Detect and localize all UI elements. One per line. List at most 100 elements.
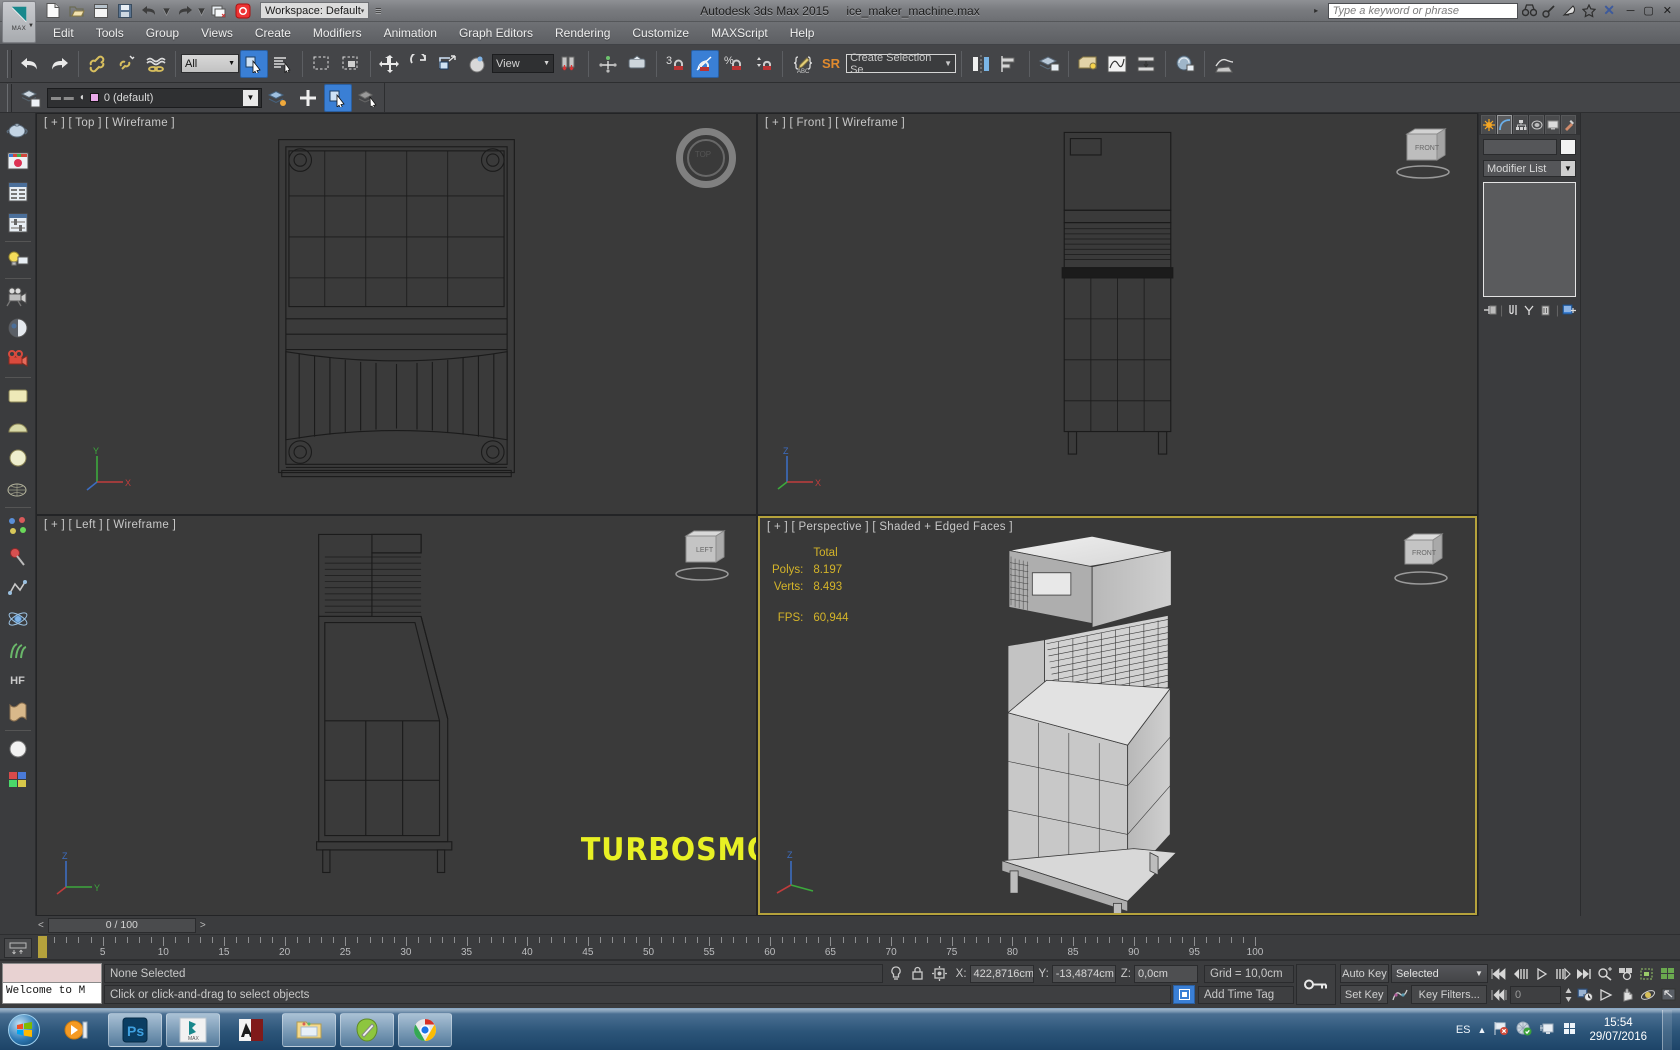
layer-swatch-icon[interactable]: [264, 84, 292, 112]
menu-item-modifiers[interactable]: Modifiers: [302, 22, 373, 44]
current-frame-field[interactable]: 0: [1510, 986, 1561, 1004]
dots-icon[interactable]: [3, 511, 33, 541]
menu-item-views[interactable]: Views: [190, 22, 244, 44]
viewport-left[interactable]: [ + ] [ Left ] [ Wireframe ]: [37, 516, 756, 916]
view-cube-left[interactable]: LEFT: [664, 526, 742, 600]
selection-level-dropdown[interactable]: Selected ▼: [1391, 964, 1488, 983]
window-crossing-icon[interactable]: [337, 50, 365, 78]
set-key-button[interactable]: Set Key: [1340, 985, 1388, 1004]
white-sphere-icon[interactable]: [3, 734, 33, 764]
coord-x-field[interactable]: 422,8716cm: [970, 965, 1034, 983]
menu-item-group[interactable]: Group: [135, 22, 190, 44]
maxscript-mini-listener[interactable]: Welcome to M: [0, 961, 104, 1008]
open-file-icon[interactable]: [66, 1, 88, 20]
orbit-icon[interactable]: [1638, 985, 1657, 1004]
menu-item-help[interactable]: Help: [779, 22, 826, 44]
menu-item-customize[interactable]: Customize: [621, 22, 700, 44]
open-mini-curve-editor-icon[interactable]: [4, 938, 32, 958]
taskbar-clock[interactable]: 15:54 29/07/2016: [1585, 1016, 1651, 1044]
3dsmax-icon[interactable]: MAX: [166, 1013, 220, 1047]
time-configuration-icon[interactable]: [1576, 985, 1595, 1004]
select-by-name-icon[interactable]: [269, 50, 297, 78]
teapot-icon[interactable]: [3, 115, 33, 145]
select-and-rotate-icon[interactable]: [405, 50, 433, 78]
select-and-move-icon[interactable]: [376, 50, 404, 78]
snaps-toggle-icon[interactable]: [623, 50, 651, 78]
toolbar-grip[interactable]: [7, 50, 12, 78]
autocad-icon[interactable]: [224, 1013, 278, 1047]
add-layer-icon[interactable]: [294, 84, 322, 112]
ruler-playhead[interactable]: [38, 936, 47, 958]
undo-icon[interactable]: [138, 1, 160, 20]
close-button[interactable]: ✕: [1663, 4, 1672, 17]
select-and-scale-icon[interactable]: [434, 50, 462, 78]
add-time-tag-button[interactable]: Add Time Tag: [1198, 986, 1294, 1004]
maximize-viewport-icon[interactable]: [1659, 985, 1678, 1004]
viewport-front-label[interactable]: [ + ] [ Front ] [ Wireframe ]: [765, 117, 905, 129]
isolate-selection-icon[interactable]: [885, 964, 907, 983]
pan-view-icon[interactable]: [1617, 985, 1636, 1004]
select-link-icon[interactable]: [84, 50, 112, 78]
selection-filter-dropdown[interactable]: All ▼: [181, 54, 239, 73]
menu-item-rendering[interactable]: Rendering: [544, 22, 621, 44]
select-and-manipulate-icon[interactable]: [594, 50, 622, 78]
menu-item-edit[interactable]: Edit: [42, 22, 85, 44]
view-cube-icon[interactable]: LEFT: [668, 528, 738, 588]
display-icon[interactable]: [1539, 1021, 1555, 1039]
hierarchy-tab-icon[interactable]: [1513, 115, 1528, 134]
explorer-icon[interactable]: [282, 1013, 336, 1047]
chevron-down-icon[interactable]: ▾: [361, 7, 365, 15]
snapshot-sr-label[interactable]: SR: [817, 56, 845, 71]
list-panel-icon[interactable]: [3, 177, 33, 207]
dome-primitive-icon[interactable]: [3, 412, 33, 442]
display-tab-icon[interactable]: [1545, 115, 1560, 134]
unlink-icon[interactable]: [113, 50, 141, 78]
make-unique-icon[interactable]: [1523, 302, 1537, 318]
view-cube-perspective[interactable]: FRONT: [1383, 528, 1461, 602]
go-to-end-icon[interactable]: [1574, 964, 1593, 983]
viewport-perspective[interactable]: [ + ] [ Perspective ] [ Shaded + Edged F…: [758, 516, 1477, 916]
snaps-toggle-3d-icon[interactable]: 3: [662, 50, 690, 78]
exchange-store-icon[interactable]: ✕: [1601, 2, 1618, 19]
sphere-primitive-icon[interactable]: [3, 443, 33, 473]
viewport-perspective-label[interactable]: [ + ] [ Perspective ] [ Shaded + Edged F…: [767, 521, 1013, 533]
windows-tile-icon[interactable]: [1562, 1021, 1578, 1039]
motion-tab-icon[interactable]: [1529, 115, 1544, 134]
set-key-mode-button[interactable]: [1296, 964, 1336, 1005]
keyword-search-input[interactable]: Type a keyword or phrase: [1328, 3, 1518, 19]
maxscript-input-line[interactable]: [2, 963, 102, 983]
color-palette-icon[interactable]: [3, 765, 33, 795]
view-cube-icon[interactable]: FRONT: [1389, 126, 1459, 186]
chevron-down-icon[interactable]: ▼: [243, 90, 258, 106]
material-editor-icon[interactable]: [1171, 50, 1199, 78]
viewport-top-label[interactable]: [ + ] [ Top ] [ Wireframe ]: [44, 117, 175, 129]
angle-snap-icon[interactable]: [691, 50, 719, 78]
slider-panel-icon[interactable]: [3, 208, 33, 238]
pin-icon[interactable]: [3, 542, 33, 572]
auto-key-button[interactable]: Auto Key: [1340, 964, 1389, 983]
modifier-list-dropdown[interactable]: Modifier List ▼: [1483, 160, 1576, 177]
frame-spinner-icon[interactable]: [1563, 985, 1573, 1004]
object-name-input[interactable]: [1483, 139, 1557, 155]
layer-manager-icon[interactable]: [1035, 50, 1063, 78]
zoom-icon[interactable]: [1596, 964, 1615, 983]
time-slider[interactable]: 0 / 100: [48, 918, 196, 933]
view-cube-icon[interactable]: FRONT: [1387, 530, 1457, 592]
redo-icon[interactable]: [173, 1, 195, 20]
curve-editor-icon[interactable]: [1103, 50, 1131, 78]
view-cube-front[interactable]: FRONT: [1385, 124, 1463, 198]
prev-frame-arrow[interactable]: <: [38, 920, 48, 931]
render-preview-icon[interactable]: [3, 146, 33, 176]
atom-icon[interactable]: [3, 604, 33, 634]
workspace-selector[interactable]: Workspace: Default ▾: [260, 2, 369, 19]
schematic-view-icon[interactable]: [1132, 50, 1160, 78]
layer-manager-icon[interactable]: [17, 84, 45, 112]
minimize-button[interactable]: ─: [1627, 5, 1635, 17]
satellite-icon[interactable]: [1561, 2, 1578, 19]
layer-toolbar-grip[interactable]: [7, 84, 12, 112]
select-and-place-icon[interactable]: [463, 50, 491, 78]
expand-arrow-icon[interactable]: ▸: [1308, 2, 1325, 19]
current-layer-dropdown[interactable]: ▬ ▬ ◖ 0 (default) ▼: [47, 88, 262, 108]
camera-icon[interactable]: [3, 282, 33, 312]
animation-curve-icon[interactable]: [1390, 985, 1409, 1004]
